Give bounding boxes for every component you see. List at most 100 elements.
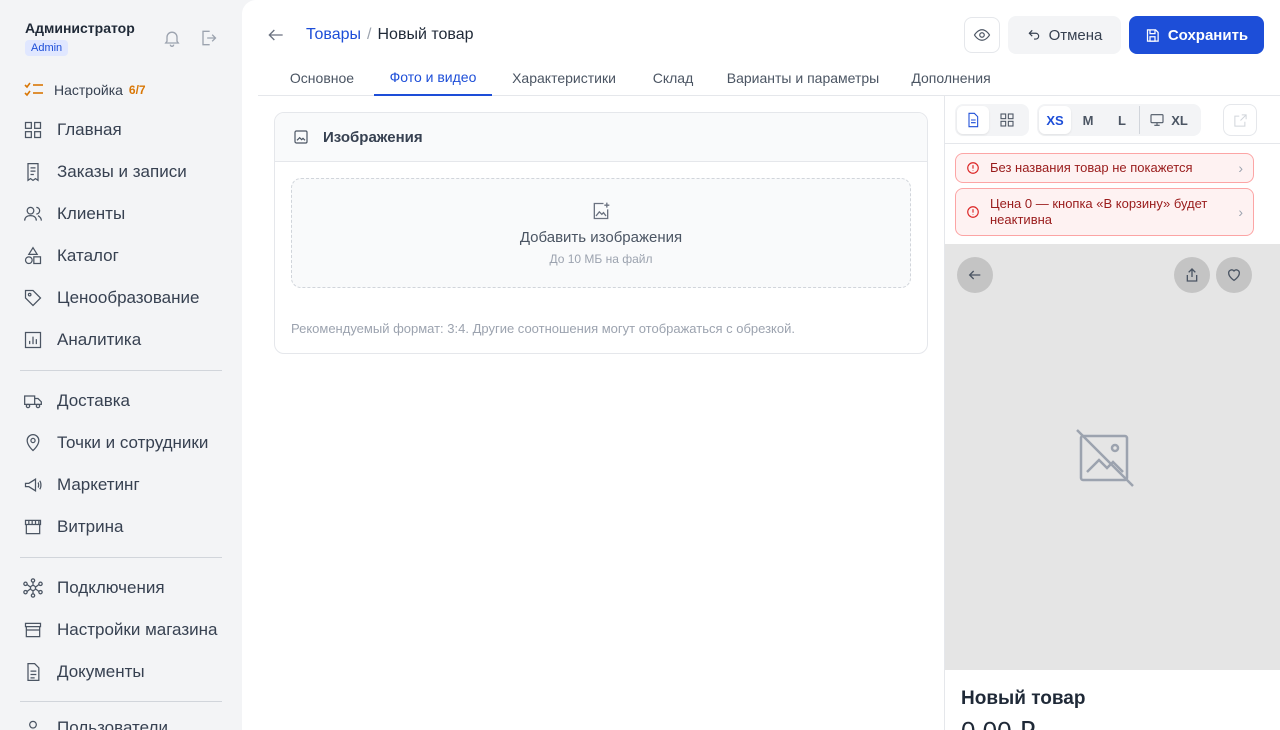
sidebar: Администратор Admin Настройка 6/7 Главна…: [0, 0, 242, 730]
size-l-button[interactable]: L: [1105, 106, 1139, 134]
heart-icon: [1228, 269, 1240, 282]
back-arrow-icon[interactable]: [266, 24, 286, 46]
chevron-right-icon: ›: [1238, 160, 1243, 176]
tab-characteristics[interactable]: Характеристики: [504, 60, 624, 96]
alert-circle-icon: [967, 162, 979, 174]
sidebar-item-store-settings[interactable]: Настройки магазина: [20, 612, 225, 648]
eye-icon: [973, 29, 991, 41]
sidebar-item-integrations[interactable]: Подключения: [20, 570, 225, 606]
image-icon: [294, 130, 308, 144]
size-xs-button[interactable]: XS: [1039, 106, 1071, 134]
tab-photo-video[interactable]: Фото и видео: [374, 60, 492, 96]
sidebar-item-catalog[interactable]: Каталог: [20, 238, 225, 274]
size-xl-button[interactable]: XL: [1139, 106, 1197, 134]
save-button[interactable]: Сохранить: [1129, 16, 1264, 54]
tab-extras[interactable]: Дополнения: [906, 60, 996, 96]
sidebar-item-label: Настройки магазина: [57, 620, 218, 639]
preview-back-button[interactable]: [957, 257, 993, 293]
page-title: Новый товар: [377, 26, 474, 43]
warning-zero-price[interactable]: Цена 0 — кнопка «В корзину» будет неакти…: [955, 188, 1254, 236]
sidebar-item-marketing[interactable]: Маркетинг: [20, 467, 225, 503]
sidebar-item-label: Доставка: [57, 391, 131, 410]
preview-toggle-button[interactable]: [964, 17, 1000, 53]
share-icon: [1186, 268, 1198, 282]
images-card: Изображения Добавить изображения До 10 М…: [274, 112, 928, 354]
logout-icon[interactable]: [198, 28, 218, 48]
undo-icon: [1028, 29, 1039, 40]
truck-icon: [24, 395, 42, 409]
warning-text: Без названия товар не покажется: [990, 160, 1193, 175]
users-icon: [24, 206, 42, 221]
grid-icon: [1000, 113, 1014, 127]
alert-circle-icon: [967, 206, 979, 218]
add-image-icon: [593, 202, 610, 219]
cancel-button[interactable]: Отмена: [1008, 16, 1121, 54]
open-external-button[interactable]: [1223, 104, 1257, 136]
tag-icon: [24, 289, 42, 307]
sidebar-divider: [20, 370, 222, 371]
chart-icon: [24, 331, 42, 349]
view-mode-switch: [955, 104, 1029, 136]
chevron-right-icon: ›: [1238, 204, 1243, 220]
sidebar-item-label: Маркетинг: [57, 475, 140, 494]
tab-basic[interactable]: Основное: [274, 60, 370, 96]
user-name: Администратор: [25, 20, 135, 36]
sidebar-item-storefront[interactable]: Витрина: [20, 509, 225, 545]
receipt-icon: [27, 163, 39, 182]
sidebar-item-label: Точки и сотрудники: [57, 433, 209, 452]
tab-warehouse[interactable]: Склад: [642, 60, 704, 96]
sidebar-item-clients[interactable]: Клиенты: [20, 196, 225, 232]
images-card-header: Изображения: [275, 113, 927, 162]
setup-count: 6/7: [128, 83, 146, 97]
grid-icon: [24, 121, 42, 139]
save-icon: [1146, 28, 1159, 42]
preview-favorite-button[interactable]: [1216, 257, 1252, 293]
size-xl-label: XL: [1171, 112, 1188, 128]
tab-variants[interactable]: Варианты и параметры: [722, 60, 884, 96]
main-panel: Товары / Новый товар Отмена Сохранить Ос…: [242, 0, 1280, 730]
sidebar-item-label: Пользователи: [57, 718, 168, 730]
sidebar-item-label: Ценообразование: [57, 288, 200, 307]
sidebar-item-analytics[interactable]: Аналитика: [20, 322, 225, 358]
setup-label: Настройка: [54, 82, 123, 98]
sidebar-item-label: Подключения: [57, 578, 165, 597]
sidebar-item-label: Витрина: [57, 517, 124, 536]
tab-bar: Основное Фото и видео Характеристики Скл…: [258, 60, 1280, 96]
setup-progress[interactable]: Настройка 6/7: [24, 82, 146, 98]
sidebar-item-pricing[interactable]: Ценообразование: [20, 280, 225, 316]
no-image-icon: [1076, 429, 1134, 487]
warning-no-name[interactable]: Без названия товар не покажется ›: [955, 153, 1254, 183]
user-info: Администратор Admin: [25, 20, 135, 56]
cancel-label: Отмена: [1048, 26, 1103, 44]
images-card-title: Изображения: [323, 128, 423, 146]
sidebar-item-locations[interactable]: Точки и сотрудники: [20, 425, 225, 461]
size-switch: XS M L XL: [1037, 104, 1201, 136]
document-icon: [27, 663, 40, 681]
network-icon: [23, 578, 43, 598]
sidebar-item-documents[interactable]: Документы: [20, 654, 225, 690]
user-icon: [29, 720, 37, 730]
page-view-button[interactable]: [957, 106, 989, 134]
sidebar-item-delivery[interactable]: Доставка: [20, 383, 225, 419]
sidebar-item-users[interactable]: Пользователи: [20, 710, 225, 730]
monitor-icon: [1150, 114, 1164, 126]
dropzone-title: Добавить изображения: [519, 228, 683, 246]
image-dropzone[interactable]: Добавить изображения До 10 МБ на файл: [291, 178, 911, 288]
external-link-icon: [1233, 113, 1247, 127]
size-m-button[interactable]: M: [1071, 106, 1105, 134]
sidebar-item-orders[interactable]: Заказы и записи: [20, 154, 225, 190]
preview-share-button[interactable]: [1174, 257, 1210, 293]
breadcrumb: Товары / Новый товар: [306, 26, 474, 44]
preview-product-name: Новый товар: [961, 688, 1086, 709]
arrow-left-icon: [968, 270, 981, 280]
bell-icon[interactable]: [162, 28, 182, 48]
page-icon: [968, 112, 979, 128]
breadcrumb-link-products[interactable]: Товары: [306, 26, 361, 44]
sidebar-divider: [20, 701, 222, 702]
sidebar-item-home[interactable]: Главная: [20, 112, 225, 148]
preview-product-price: 0,00 ₽: [961, 716, 1035, 730]
preview-panel: XS M L XL Без названия товар не покажетс…: [944, 96, 1280, 730]
storefront-icon: [24, 519, 42, 535]
warning-text: Цена 0 — кнопка «В корзину» будет неакти…: [990, 196, 1208, 227]
grid-view-button[interactable]: [989, 106, 1025, 134]
